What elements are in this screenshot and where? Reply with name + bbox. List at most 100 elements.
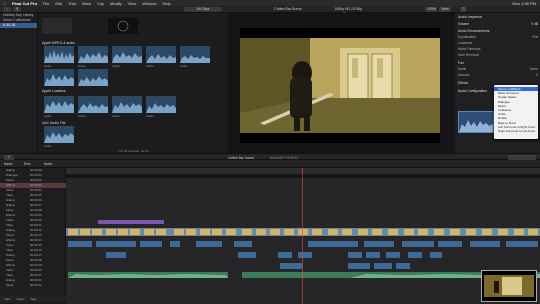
browser-pane: Apple MPEG-4 audio Audio Audio Audio Aud… — [38, 13, 226, 153]
clip-label: Audio — [146, 64, 154, 68]
clip-label: Audio — [78, 114, 86, 118]
menu-mark[interactable]: Mark — [82, 1, 91, 6]
timeline-index: Dialog 00:00:00 Dialogue 00:00:01 Music 00:00… — [0, 168, 66, 304]
timeline-toolbar: Name Role Notes — [0, 160, 540, 168]
clip-thumbnail[interactable] — [42, 18, 72, 34]
audio-clip-thumbnail[interactable] — [146, 96, 176, 113]
clip-thumbnail[interactable] — [108, 18, 138, 34]
role-name: Music — [6, 283, 14, 287]
menu-clip[interactable]: Clip — [97, 1, 104, 6]
roles-col-role: Role — [24, 161, 31, 166]
role-name: Dialog — [6, 278, 15, 282]
timeline-tracks — [66, 168, 540, 304]
audio-clip-thumbnail[interactable] — [44, 96, 74, 113]
role-name: Video — [6, 218, 14, 222]
channel-visualizer[interactable] — [458, 111, 494, 133]
menu-app[interactable]: Final Cut Pro — [12, 1, 37, 6]
menu-help[interactable]: Help — [163, 1, 171, 6]
row-value: 0 — [536, 73, 538, 77]
clip-label: Audio — [44, 64, 52, 68]
menu-trim[interactable]: Trim — [68, 1, 76, 6]
section-header[interactable]: Apple Lossless — [42, 89, 66, 93]
clip-label: Audio — [112, 64, 120, 68]
inspector-toggle-icon[interactable]: ⓘ — [460, 7, 466, 12]
clip-label: Audio — [112, 114, 120, 118]
role-name: Titles — [6, 248, 14, 252]
menu-view[interactable]: View — [128, 1, 137, 6]
audio-clip-thumbnail[interactable] — [146, 46, 176, 63]
audio-clip-thumbnail[interactable] — [78, 69, 108, 86]
import-button[interactable]: ↓ — [3, 7, 11, 12]
audio-clip-thumbnail[interactable] — [78, 46, 108, 63]
view-dropdown[interactable]: View — [439, 7, 451, 12]
role-name: Video — [6, 268, 14, 272]
row-value: Flat — [532, 35, 539, 39]
inspector-row[interactable]: Hum Removal — [458, 53, 538, 58]
audio-clip-thumbnail[interactable] — [44, 126, 74, 143]
inspector-row[interactable]: Loudness — [458, 41, 538, 46]
role-name: Dialog — [6, 198, 15, 202]
role-name: Effects — [6, 238, 16, 242]
index-tab[interactable]: Clips — [4, 296, 11, 302]
inspector-row[interactable]: Pan — [458, 61, 538, 66]
menu-file[interactable]: File — [43, 1, 49, 6]
role-name: Effects — [6, 213, 16, 217]
row-label: Equalization — [458, 35, 476, 39]
clock: Mon 4:38 PM — [512, 0, 536, 6]
role-row[interactable]: Music 00:00:23 — [0, 283, 66, 288]
audio-clip-thumbnail[interactable] — [112, 46, 142, 63]
row-label: Noise Removal — [458, 47, 481, 51]
clip-label: Audio — [78, 64, 86, 68]
pan-mode-popup-menu: Stereo Left/Right Basic Surround Create … — [494, 85, 538, 139]
row-label: Audio Configuration — [458, 89, 487, 93]
row-value: None — [530, 67, 538, 71]
apple-icon[interactable]:  — [3, 1, 6, 6]
keyword-button[interactable]: ⚲ — [13, 7, 21, 12]
index-tab[interactable]: Roles — [17, 296, 25, 302]
inspector-row[interactable]: Equalization Flat — [458, 35, 538, 40]
menu-option[interactable]: Right Surround to Left Front — [494, 129, 538, 133]
audio-clip-thumbnail[interactable] — [112, 96, 142, 113]
role-name: Titles — [6, 223, 14, 227]
role-name: Effects — [6, 263, 16, 267]
section-header[interactable]: AAC Audio File — [42, 121, 66, 125]
inspector-row[interactable]: Noise Removal — [458, 47, 538, 52]
menu-edit[interactable]: Edit — [55, 1, 62, 6]
role-name: Music — [6, 208, 14, 212]
row-label: Pan — [458, 61, 464, 65]
video-frame[interactable] — [240, 28, 440, 143]
video-preview-thumbnail[interactable] — [481, 270, 537, 302]
audio-clip-thumbnail[interactable] — [180, 46, 210, 63]
timeline-header: ☰ Coffee Bar Scene 03:12:00 / 07:09:12 — [0, 153, 540, 160]
inspector-row[interactable]: Amount 0 — [458, 73, 538, 78]
roles-col-name: Name — [4, 161, 13, 166]
menu-window[interactable]: Window — [142, 1, 156, 6]
inspector-title: Audio Inspector — [458, 15, 483, 19]
inspector-row[interactable]: Mode None — [458, 67, 538, 72]
audio-clip-thumbnail[interactable] — [44, 69, 74, 86]
role-name: Titles — [6, 273, 14, 277]
row-label: Effects — [458, 81, 469, 85]
toolbar: ↓ ⚲ All Clips Coffee Bar Scene 1080p HD … — [0, 6, 540, 16]
role-name: Dialog — [6, 168, 15, 172]
inspector-row[interactable]: Volume 0 dB — [458, 22, 538, 27]
menu-modify[interactable]: Modify — [110, 1, 122, 6]
viewer: ⚙ 01:30 / 03:12:00 ▶ 00:04:12 ⤢ — [228, 13, 453, 161]
timeline[interactable] — [66, 168, 540, 304]
role-time: 00:00:23 — [30, 283, 42, 287]
role-name: Music — [6, 178, 14, 182]
role-name: Video — [6, 243, 14, 247]
library-item-selected[interactable]: 6-30-18 — [0, 23, 37, 28]
clip-label: Audio — [44, 114, 52, 118]
row-value: 0 dB — [531, 22, 538, 26]
role-name: Dialog — [6, 228, 15, 232]
section-header[interactable]: Apple MPEG-4 audio — [42, 41, 75, 45]
audio-clip-thumbnail[interactable] — [44, 46, 74, 63]
zoom-dropdown[interactable]: 100% — [425, 7, 437, 12]
audio-clip-thumbnail[interactable] — [78, 96, 108, 113]
row-label: Loudness — [458, 41, 473, 45]
inspector-row[interactable]: Audio Enhancements — [458, 29, 538, 34]
browser-filter-dropdown[interactable]: All Clips — [184, 7, 222, 12]
clip-label: Audio — [146, 114, 154, 118]
index-tab[interactable]: Tags — [30, 296, 36, 302]
